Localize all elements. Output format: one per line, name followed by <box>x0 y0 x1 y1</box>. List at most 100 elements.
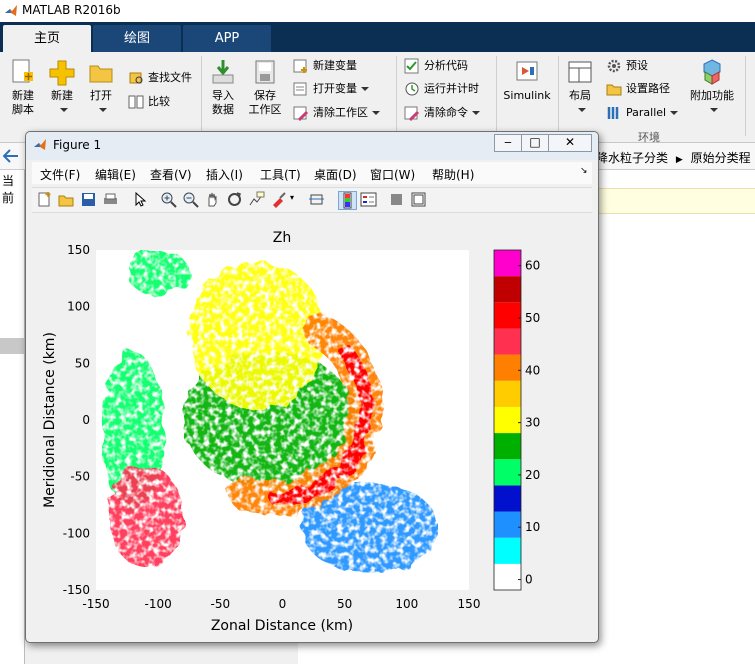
menu-tools[interactable]: 工具(T) <box>260 166 301 183</box>
new-figure-icon[interactable] <box>36 191 53 208</box>
colorbar-icon[interactable] <box>338 191 357 210</box>
new-variable-icon <box>293 59 307 73</box>
addons-label: 附加功能 <box>690 89 734 102</box>
menu-desktop[interactable]: 桌面(D) <box>314 166 357 183</box>
pointer-icon[interactable] <box>132 191 149 208</box>
figure-window[interactable]: Figure 1 ‒ □ ✕ 文件(F) 编辑(E) 查看(V) 插入(I) 工… <box>25 131 599 643</box>
colorbar: 0 10 20 30 40 50 60 <box>493 249 540 591</box>
colorbar-segment <box>494 485 521 512</box>
simulink-button[interactable]: Simulink <box>502 58 552 103</box>
figure-toolbar: ▾ <box>32 187 592 213</box>
figure-title-bar[interactable]: Figure 1 ‒ □ ✕ <box>26 132 598 160</box>
legend-icon[interactable] <box>360 191 377 208</box>
zoom-out-icon[interactable] <box>182 191 199 208</box>
new-variable-button[interactable]: 新建变量 <box>293 56 357 76</box>
colorbar-segment <box>494 354 521 381</box>
back-arrow-icon[interactable] <box>3 149 19 163</box>
breadcrumb: 降水粒子分类 ▶ 原始分类程 <box>596 149 751 166</box>
menu-help[interactable]: 帮助(H) <box>432 166 474 183</box>
colorbar-segment <box>494 511 521 538</box>
tab-home[interactable]: 主页 <box>3 25 91 52</box>
hide-plot-tools-icon[interactable] <box>388 191 405 208</box>
print-icon[interactable] <box>102 191 119 208</box>
find-files-button[interactable]: 查找文件 <box>128 68 192 88</box>
current-folder-pane[interactable]: 当前 <box>0 170 25 664</box>
rotate-icon[interactable] <box>226 191 243 208</box>
tab-apps[interactable]: APP <box>183 25 271 52</box>
compare-button[interactable]: 比较 <box>128 92 170 112</box>
figure-canvas[interactable]: Zh -150 -100 -50 0 50 100 150 150 100 50 0 -50 -100… <box>32 214 592 634</box>
save-workspace-label: 保存 工作区 <box>248 89 282 116</box>
analyze-code-label: 分析代码 <box>424 59 468 72</box>
simulink-icon <box>516 61 538 81</box>
menu-view[interactable]: 查看(V) <box>150 166 192 183</box>
clear-workspace-button[interactable]: 清除工作区 <box>293 103 380 123</box>
y-tick-label: 0 <box>82 413 90 427</box>
analyze-code-button[interactable]: 分析代码 <box>404 56 468 76</box>
new-button[interactable]: 新建 <box>46 58 78 117</box>
tab-plots[interactable]: 绘图 <box>93 25 181 52</box>
brush-icon[interactable] <box>270 191 287 208</box>
minimize-button[interactable]: ‒ <box>494 134 522 152</box>
clear-commands-button[interactable]: 清除命令 <box>404 103 480 123</box>
simulink-label: Simulink <box>503 89 551 102</box>
menu-insert[interactable]: 插入(I) <box>206 166 243 183</box>
menu-file[interactable]: 文件(F) <box>40 166 80 183</box>
link-plot-icon[interactable] <box>308 191 325 208</box>
close-button[interactable]: ✕ <box>548 134 592 152</box>
colorbar-tick-label: 20 <box>525 468 540 482</box>
breadcrumb-segment[interactable]: 降水粒子分类 <box>596 151 668 165</box>
open-variable-button[interactable]: 打开变量 <box>293 79 369 99</box>
matlab-logo-icon <box>34 139 46 150</box>
open-file-icon[interactable] <box>58 191 75 208</box>
chevron-down-icon[interactable]: ▾ <box>290 193 294 202</box>
breadcrumb-segment[interactable]: 原始分类程 <box>691 151 751 165</box>
colorbar-tick-label: 40 <box>525 363 540 377</box>
set-path-button[interactable]: 设置路径 <box>606 79 670 99</box>
menu-window[interactable]: 窗口(W) <box>370 166 415 183</box>
menu-edit[interactable]: 编辑(E) <box>95 166 136 183</box>
x-tick-label: -50 <box>211 597 231 611</box>
open-button[interactable]: 打开 <box>85 58 117 117</box>
maximize-button[interactable]: □ <box>521 134 549 152</box>
data-cursor-icon[interactable] <box>248 191 265 208</box>
x-tick-label: 0 <box>279 597 287 611</box>
compare-label: 比较 <box>148 95 170 108</box>
show-plot-tools-icon[interactable] <box>410 191 427 208</box>
addons-button[interactable]: 附加功能 <box>688 58 736 117</box>
y-tick-label: -100 <box>63 526 90 540</box>
ribbon-separator <box>201 56 202 136</box>
field-region <box>108 465 184 568</box>
clear-workspace-icon <box>293 106 309 121</box>
parallel-button[interactable]: Parallel <box>606 103 679 123</box>
zoom-in-icon[interactable] <box>160 191 177 208</box>
run-and-time-button[interactable]: 运行并计时 <box>404 79 479 99</box>
set-path-icon <box>606 84 622 96</box>
save-workspace-button[interactable]: 保存 工作区 <box>246 58 284 117</box>
colorbar-tick-label: 30 <box>525 416 540 430</box>
import-data-icon <box>212 60 234 84</box>
info-bar <box>596 188 755 214</box>
pan-icon[interactable] <box>204 191 221 208</box>
dock-arrow-icon[interactable]: ↘ <box>580 166 588 176</box>
import-data-button[interactable]: 导入 数据 <box>206 58 240 117</box>
parallel-label: Parallel <box>626 106 667 119</box>
radar-plot[interactable]: Zh -150 -100 -50 0 50 100 150 150100500-50-100… <box>32 214 592 634</box>
save-icon[interactable] <box>80 191 97 208</box>
new-label: 新建 <box>51 89 73 102</box>
open-variable-label: 打开变量 <box>313 82 357 95</box>
selected-row[interactable] <box>0 338 24 354</box>
layout-label: 布局 <box>569 89 591 102</box>
save-workspace-icon <box>255 60 275 84</box>
colorbar-segment <box>494 380 521 407</box>
colorbar-segment <box>494 459 521 486</box>
open-variable-icon <box>293 82 307 96</box>
layout-button[interactable]: 布局 <box>564 58 596 117</box>
find-files-label: 查找文件 <box>148 71 192 84</box>
colorbar-segment <box>494 302 521 329</box>
app-title: MATLAB R2016b <box>22 3 121 17</box>
set-path-label: 设置路径 <box>626 82 670 95</box>
folder-icon <box>89 65 113 83</box>
new-script-button[interactable]: 新建 脚本 <box>6 58 40 117</box>
preferences-button[interactable]: 预设 <box>606 56 648 76</box>
